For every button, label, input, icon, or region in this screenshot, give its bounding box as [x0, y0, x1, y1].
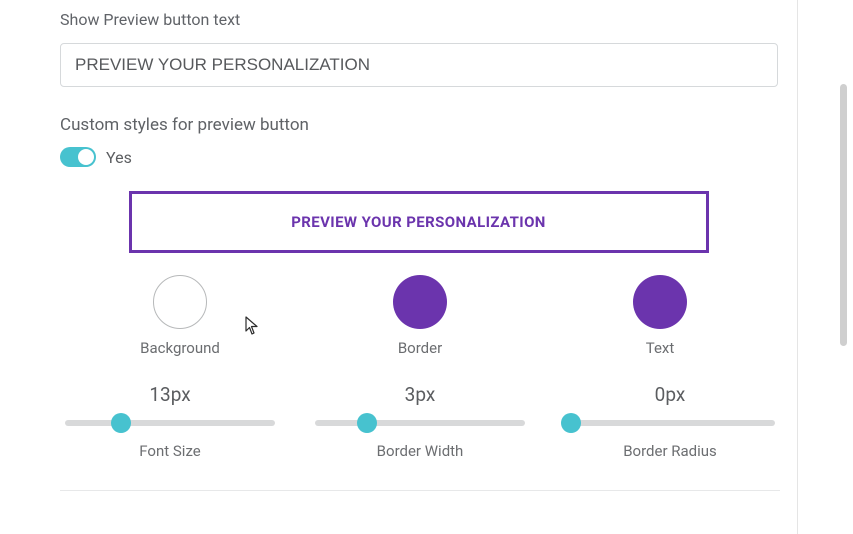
button-text-field-label: Show Preview button text	[60, 10, 777, 29]
preview-button-sample: PREVIEW YOUR PERSONALIZATION	[129, 191, 709, 253]
border-swatch-label: Border	[398, 339, 442, 357]
background-color-swatch[interactable]	[153, 275, 207, 329]
button-text-input[interactable]	[60, 43, 778, 87]
page-scrollbar[interactable]	[840, 84, 847, 346]
border-radius-slider-thumb[interactable]	[561, 413, 581, 433]
font-size-slider[interactable]	[65, 420, 275, 426]
custom-styles-toggle[interactable]	[60, 147, 96, 167]
settings-panel: Show Preview button text Custom styles f…	[40, 0, 798, 534]
font-size-label: Font Size	[139, 442, 200, 460]
custom-styles-label: Custom styles for preview button	[60, 115, 777, 135]
border-width-slider-thumb[interactable]	[357, 413, 377, 433]
border-radius-slider[interactable]	[565, 420, 775, 426]
background-swatch-label: Background	[140, 339, 220, 357]
border-width-label: Border Width	[377, 442, 464, 460]
border-radius-label: Border Radius	[623, 442, 717, 460]
font-size-value: 13px	[149, 383, 190, 406]
border-radius-value: 0px	[655, 383, 686, 406]
section-divider	[60, 490, 780, 491]
toggle-knob	[78, 149, 94, 165]
border-width-slider[interactable]	[315, 420, 525, 426]
text-color-swatch[interactable]	[633, 275, 687, 329]
text-swatch-label: Text	[646, 339, 675, 357]
font-size-slider-thumb[interactable]	[111, 413, 131, 433]
custom-styles-toggle-label: Yes	[106, 148, 132, 167]
preview-button-label: PREVIEW YOUR PERSONALIZATION	[291, 213, 546, 231]
border-color-swatch[interactable]	[393, 275, 447, 329]
border-width-value: 3px	[405, 383, 436, 406]
